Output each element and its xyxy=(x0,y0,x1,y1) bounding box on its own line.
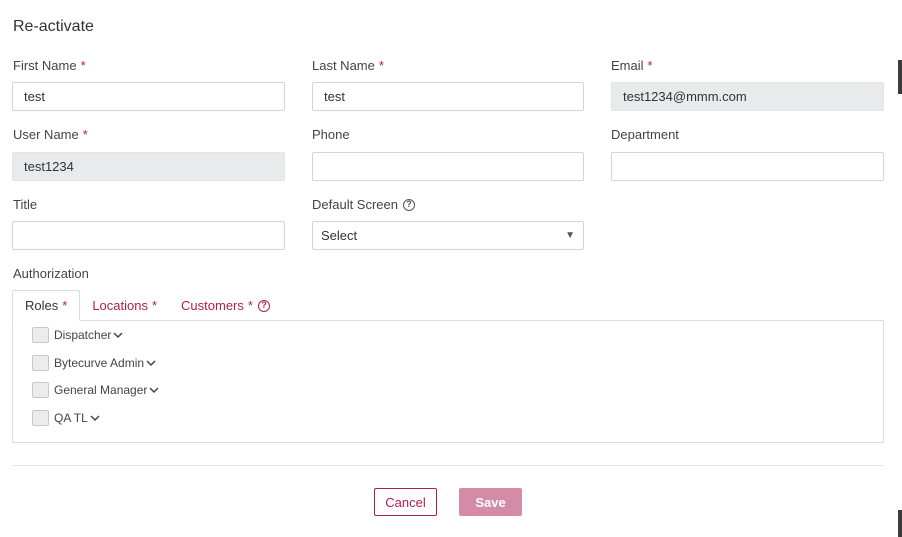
phone-field[interactable] xyxy=(312,152,584,181)
role-checkbox[interactable] xyxy=(32,410,49,426)
scrollbar-thumb-lower[interactable] xyxy=(898,510,902,537)
chevron-down-icon[interactable] xyxy=(90,414,100,422)
role-checkbox[interactable] xyxy=(32,327,49,343)
required-marker: * xyxy=(647,58,653,73)
scrollbar-thumb[interactable] xyxy=(898,60,902,94)
chevron-down-icon[interactable] xyxy=(146,359,156,367)
role-item-qa-tl: QA TL xyxy=(32,410,100,426)
user-name-label: User Name * xyxy=(13,127,88,142)
required-marker: * xyxy=(151,298,158,313)
email-field: test1234@mmm.com xyxy=(611,82,884,111)
tab-locations[interactable]: Locations * xyxy=(80,290,169,321)
user-name-field: test1234 xyxy=(12,152,285,181)
email-label: Email * xyxy=(611,58,653,73)
tab-customers[interactable]: Customers * ? xyxy=(169,290,282,321)
phone-label: Phone xyxy=(312,127,350,142)
title-label: Title xyxy=(13,197,38,212)
department-label: Department xyxy=(611,127,679,142)
role-item-dispatcher: Dispatcher xyxy=(32,327,123,343)
dialog-title: Re-activate xyxy=(13,18,94,35)
title-field[interactable] xyxy=(12,221,285,250)
default-screen-label: Default Screen ? xyxy=(312,197,415,212)
required-marker: * xyxy=(82,127,88,142)
footer-divider xyxy=(12,465,884,466)
authorization-tabs: Roles * Locations * Customers * ? xyxy=(12,290,282,321)
role-item-bytecurve-admin: Bytecurve Admin xyxy=(32,355,156,371)
help-circle-icon[interactable]: ? xyxy=(257,299,270,312)
role-checkbox[interactable] xyxy=(32,355,49,371)
required-marker: * xyxy=(80,58,86,73)
last-name-label: Last Name * xyxy=(312,58,384,73)
required-marker: * xyxy=(62,298,68,313)
save-button[interactable]: Save xyxy=(459,488,522,516)
roles-panel: Dispatcher Bytecurve Admin General Manag… xyxy=(12,320,884,443)
required-marker: * xyxy=(378,58,384,73)
first-name-label: First Name * xyxy=(13,58,86,73)
cancel-button[interactable]: Cancel xyxy=(374,488,437,516)
chevron-down-icon[interactable] xyxy=(113,331,123,339)
help-circle-icon[interactable]: ? xyxy=(403,198,415,211)
chevron-down-icon[interactable] xyxy=(149,386,159,394)
first-name-field[interactable]: test xyxy=(12,82,285,111)
caret-down-icon: ▼ xyxy=(565,230,575,241)
role-checkbox[interactable] xyxy=(32,382,49,398)
authorization-label: Authorization xyxy=(13,266,89,281)
role-item-general-manager: General Manager xyxy=(32,382,159,398)
reactivate-dialog: Re-activate First Name * test Last Name … xyxy=(0,0,895,537)
default-screen-select[interactable]: Select ▼ xyxy=(312,221,584,250)
tab-roles[interactable]: Roles * xyxy=(12,290,81,321)
last-name-field[interactable]: test xyxy=(312,82,584,111)
required-marker: * xyxy=(247,298,253,313)
department-field[interactable] xyxy=(611,152,884,181)
